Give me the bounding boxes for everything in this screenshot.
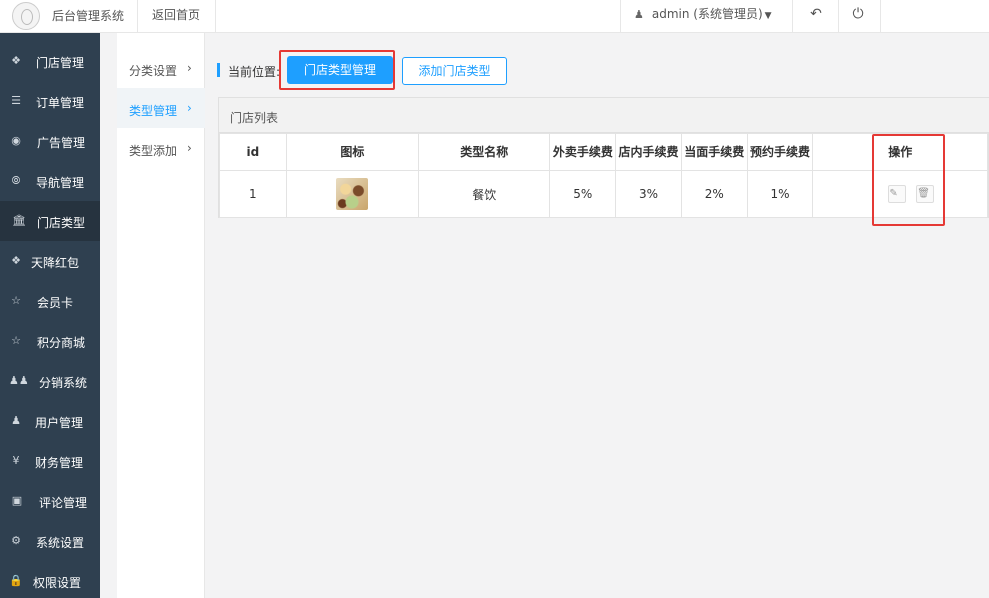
- panel-header: 门店列表: [219, 98, 989, 133]
- col-header-name: 类型名称: [418, 133, 551, 171]
- divider: [137, 0, 138, 33]
- sidebar-item-label: 订单管理: [36, 96, 85, 110]
- user-icon: ♟: [11, 414, 21, 427]
- sidebar-item-nav[interactable]: ⦾ 导航管理: [0, 161, 100, 201]
- top-bar: 后台管理系统 返回首页 ♟ admin (系统管理员) ▼ ↶ ⏻: [0, 0, 989, 33]
- col-header-reservation-fee: 预约手续费: [746, 133, 814, 171]
- subnav-item-type-manage[interactable]: 类型管理 ›: [117, 88, 205, 128]
- chevron-right-icon: ›: [187, 61, 192, 75]
- divider: [620, 0, 621, 33]
- chevron-right-icon: ›: [187, 101, 192, 115]
- cubes-icon: ❖: [11, 254, 21, 267]
- sidebar-item-users[interactable]: ♟ 用户管理: [0, 401, 100, 441]
- cell-takeout-fee: 5%: [549, 170, 617, 218]
- compass-icon: ⦾: [11, 174, 21, 187]
- lock-icon: 🔒: [9, 574, 23, 587]
- col-header-takeout-fee: 外卖手续费: [549, 133, 617, 171]
- sidebar-item-orders[interactable]: ☰ 订单管理: [0, 81, 100, 121]
- sidebar-item-permissions[interactable]: 🔒 权限设置: [0, 561, 100, 598]
- sidebar-item-label: 分销系统: [39, 376, 88, 390]
- logo: [12, 2, 40, 30]
- divider: [880, 0, 881, 33]
- sidebar-item-points-mall[interactable]: ☆ 积分商城: [0, 321, 100, 361]
- sidebar-item-membercard[interactable]: ☆ 会员卡: [0, 281, 100, 321]
- highlight-box: [279, 50, 395, 90]
- sidebar-item-label: 门店管理: [36, 56, 85, 70]
- sidebar-item-label: 门店类型: [37, 216, 86, 230]
- add-store-type-button[interactable]: 添加门店类型: [402, 57, 507, 85]
- sidebar: ❖ 门店管理 ☰ 订单管理 ◉ 广告管理 ⦾ 导航管理 🏛 门店类型 ❖ 天降红…: [0, 33, 100, 598]
- food-thumbnail: [336, 178, 369, 210]
- gutter: [100, 33, 117, 598]
- sidebar-item-comments[interactable]: ▣ 评论管理: [0, 481, 100, 521]
- sidebar-item-redpacket[interactable]: ❖ 天降红包: [0, 241, 100, 281]
- chevron-right-icon: ›: [187, 141, 192, 155]
- sidebar-item-label: 用户管理: [35, 416, 84, 430]
- main-content: 当前位置: 门店类型管理 添加门店类型 门店列表 id 图标 类型名称 外卖手续…: [205, 33, 989, 598]
- sidebar-item-store[interactable]: ❖ 门店管理: [0, 41, 100, 81]
- divider: [215, 0, 216, 33]
- user-menu[interactable]: ♟ admin (系统管理员) ▼: [634, 5, 772, 22]
- sidebar-item-label: 评论管理: [39, 496, 88, 510]
- sidebar-item-label: 导航管理: [36, 176, 85, 190]
- sidebar-item-label: 积分商城: [37, 336, 86, 350]
- sidebar-item-finance[interactable]: ¥ 财务管理: [0, 441, 100, 481]
- cell-instore-fee: 3%: [615, 170, 682, 218]
- app-title: 后台管理系统: [52, 9, 125, 23]
- subnav-item-category[interactable]: 分类设置 ›: [117, 48, 205, 88]
- cell-facetoface-fee: 2%: [680, 170, 748, 218]
- breadcrumb-label: 当前位置:: [228, 65, 281, 79]
- subnav-item-label: 类型添加: [129, 144, 178, 158]
- yen-icon: ¥: [12, 454, 20, 467]
- cell-reservation-fee: 1%: [746, 170, 814, 218]
- sidebar-item-store-type[interactable]: 🏛 门店类型: [0, 201, 100, 241]
- sidebar-item-label: 系统设置: [36, 536, 85, 550]
- subnav-item-label: 分类设置: [129, 64, 178, 78]
- cubes-icon: ❖: [11, 54, 21, 67]
- divider: [838, 0, 839, 33]
- divider: [792, 0, 793, 33]
- lifebuoy-icon: ◉: [11, 134, 21, 147]
- bank-icon: 🏛: [12, 214, 26, 227]
- star-icon: ☆: [11, 294, 21, 307]
- subnav-item-type-add[interactable]: 类型添加 ›: [117, 128, 205, 168]
- col-header-id: id: [219, 133, 287, 171]
- panel-title: 门店列表: [230, 111, 279, 125]
- cell-icon: [285, 170, 420, 218]
- sidebar-item-distribution[interactable]: ♟♟ 分销系统: [0, 361, 100, 401]
- col-header-icon: 图标: [285, 133, 420, 171]
- money-icon: ▣: [11, 494, 23, 507]
- star-icon: ☆: [11, 334, 21, 347]
- sidebar-item-label: 会员卡: [37, 296, 74, 310]
- user-icon: ♟: [634, 8, 644, 21]
- sidebar-item-label: 权限设置: [33, 576, 82, 590]
- sub-nav: 分类设置 › 类型管理 › 类型添加 ›: [117, 33, 205, 598]
- caret-down-icon: ▼: [764, 11, 772, 21]
- col-header-facetoface-fee: 当面手续费: [680, 133, 748, 171]
- users-icon: ♟♟: [9, 374, 29, 387]
- power-icon[interactable]: ⏻: [848, 4, 868, 24]
- col-header-instore-fee: 店内手续费: [615, 133, 682, 171]
- sidebar-item-label: 天降红包: [31, 256, 80, 270]
- cell-id: 1: [219, 170, 287, 218]
- sidebar-item-ads[interactable]: ◉ 广告管理: [0, 121, 100, 161]
- sidebar-item-label: 广告管理: [37, 136, 86, 150]
- sidebar-item-settings[interactable]: ⚙ 系统设置: [0, 521, 100, 561]
- list-icon: ☰: [11, 94, 21, 107]
- gear-icon: ⚙: [11, 534, 21, 547]
- subnav-item-label: 类型管理: [129, 104, 178, 118]
- breadcrumb-marker: [217, 63, 220, 77]
- back-home-link[interactable]: 返回首页: [152, 6, 200, 23]
- undo-icon[interactable]: ↶: [806, 4, 826, 24]
- highlight-box: [872, 134, 945, 226]
- user-name: admin (系统管理员): [651, 7, 763, 21]
- sidebar-item-label: 财务管理: [35, 456, 84, 470]
- cell-name: 餐饮: [418, 170, 551, 218]
